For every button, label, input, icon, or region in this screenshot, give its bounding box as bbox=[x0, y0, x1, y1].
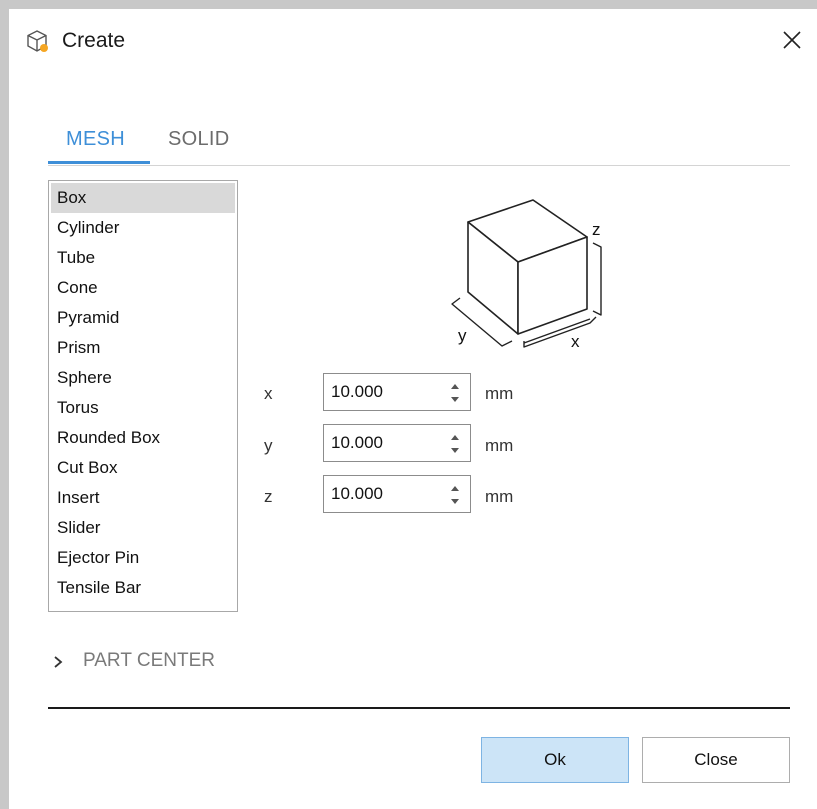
list-item-cone[interactable]: Cone bbox=[51, 273, 235, 303]
list-item-torus[interactable]: Torus bbox=[51, 393, 235, 423]
x-axis-label: x bbox=[571, 332, 580, 351]
list-item-pyramid[interactable]: Pyramid bbox=[51, 303, 235, 333]
tab-bar: MESH SOLID bbox=[48, 124, 790, 166]
shape-list[interactable]: Box Cylinder Tube Cone Pyramid Prism Sph… bbox=[48, 180, 238, 612]
list-item-sphere[interactable]: Sphere bbox=[51, 363, 235, 393]
spin-arrows-icon[interactable] bbox=[450, 482, 460, 508]
ok-button[interactable]: Ok bbox=[481, 737, 629, 783]
param-label-z: z bbox=[264, 487, 273, 506]
list-item-tube[interactable]: Tube bbox=[51, 243, 235, 273]
z-axis-label: z bbox=[592, 220, 601, 239]
active-tab-indicator bbox=[48, 161, 150, 164]
param-label-y: y bbox=[264, 436, 273, 455]
param-label-x: x bbox=[264, 384, 273, 403]
z-spinbox[interactable]: 10.000 bbox=[323, 475, 471, 513]
cube-icon bbox=[25, 29, 49, 53]
tab-solid[interactable]: SOLID bbox=[168, 128, 230, 151]
window-title: Create bbox=[62, 29, 126, 52]
tab-mesh[interactable]: MESH bbox=[66, 128, 125, 151]
title-bar: Create bbox=[9, 9, 817, 69]
list-item-cylinder[interactable]: Cylinder bbox=[51, 213, 235, 243]
unit-z: mm bbox=[485, 487, 514, 506]
unit-y: mm bbox=[485, 436, 514, 455]
x-value[interactable]: 10.000 bbox=[331, 382, 383, 402]
divider bbox=[48, 707, 790, 709]
list-item-tensile-bar[interactable]: Tensile Bar bbox=[51, 573, 235, 603]
list-item-insert[interactable]: Insert bbox=[51, 483, 235, 513]
part-center-label[interactable]: PART CENTER bbox=[83, 650, 215, 672]
list-item-box[interactable]: Box bbox=[51, 183, 235, 213]
y-spinbox[interactable]: 10.000 bbox=[323, 424, 471, 462]
y-axis-label: y bbox=[458, 326, 467, 345]
z-value[interactable]: 10.000 bbox=[331, 484, 383, 504]
box-dimension-diagram: z x y bbox=[440, 195, 620, 355]
spin-arrows-icon[interactable] bbox=[450, 380, 460, 406]
unit-x: mm bbox=[485, 384, 514, 403]
list-item-slider[interactable]: Slider bbox=[51, 513, 235, 543]
close-button[interactable]: Close bbox=[642, 737, 790, 783]
x-spinbox[interactable]: 10.000 bbox=[323, 373, 471, 411]
chevron-right-icon[interactable] bbox=[52, 654, 64, 670]
list-item-prism[interactable]: Prism bbox=[51, 333, 235, 363]
list-item-ejector-pin[interactable]: Ejector Pin bbox=[51, 543, 235, 573]
close-icon[interactable] bbox=[778, 26, 806, 54]
y-value[interactable]: 10.000 bbox=[331, 433, 383, 453]
spin-arrows-icon[interactable] bbox=[450, 431, 460, 457]
list-item-cut-box[interactable]: Cut Box bbox=[51, 453, 235, 483]
list-item-rounded-box[interactable]: Rounded Box bbox=[51, 423, 235, 453]
